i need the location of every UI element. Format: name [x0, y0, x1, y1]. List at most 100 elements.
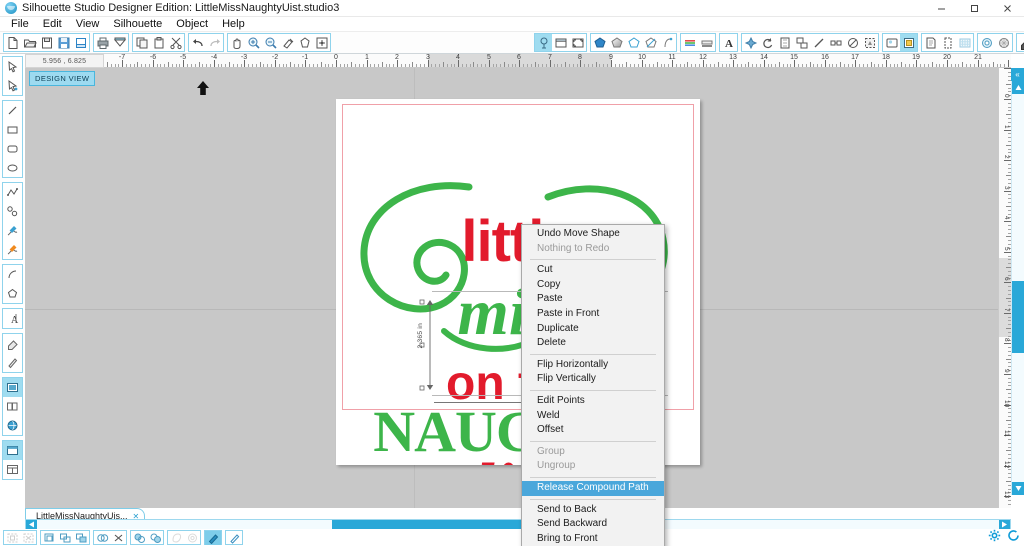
- scroll-up-icon[interactable]: [1012, 81, 1024, 94]
- maximize-icon[interactable]: [958, 0, 991, 17]
- minimize-icon[interactable]: [925, 0, 958, 17]
- select-arrow-icon[interactable]: [3, 57, 22, 76]
- redo-icon[interactable]: [206, 34, 223, 51]
- text-tool-icon[interactable]: A: [3, 309, 22, 328]
- line-color-icon[interactable]: [642, 34, 659, 51]
- sync-status-icon[interactable]: [1007, 529, 1020, 545]
- edit-points-icon[interactable]: [3, 76, 22, 95]
- fill-pen-icon[interactable]: [205, 530, 221, 545]
- draw-arc-icon[interactable]: [3, 265, 22, 284]
- draw-regular-polygon-icon[interactable]: [3, 284, 22, 303]
- cut-panel-icon[interactable]: [3, 460, 22, 479]
- draw-rectangle-icon[interactable]: [3, 120, 22, 139]
- text-style-icon[interactable]: A: [720, 34, 737, 51]
- trace-icon[interactable]: [861, 34, 878, 51]
- material-icon[interactable]: [939, 34, 956, 51]
- draw-rounded-rectangle-icon[interactable]: [3, 139, 22, 158]
- grid-icon[interactable]: [956, 34, 973, 51]
- mat-icon[interactable]: [995, 34, 1012, 51]
- design-panel-icon[interactable]: [3, 441, 22, 460]
- zoom-region-icon[interactable]: [296, 34, 313, 51]
- draw-freehand-icon[interactable]: [3, 221, 22, 240]
- context-menu-item[interactable]: Release Compound Path: [522, 480, 664, 496]
- trace-shape-icon[interactable]: [184, 531, 200, 545]
- draw-line-icon[interactable]: [3, 101, 22, 120]
- cut-settings-icon[interactable]: [922, 34, 939, 51]
- align-icon[interactable]: [793, 34, 810, 51]
- scroll-right-icon[interactable]: [999, 520, 1010, 529]
- menu-file[interactable]: File: [4, 17, 36, 32]
- context-menu-item[interactable]: Copy: [522, 278, 664, 293]
- cut-send-icon[interactable]: [111, 34, 128, 51]
- knife-tool-icon[interactable]: [3, 353, 22, 372]
- collapse-panel-icon[interactable]: «: [1011, 68, 1024, 81]
- page-setup-icon[interactable]: [552, 34, 569, 51]
- context-menu-item[interactable]: Undo Move Shape: [522, 227, 664, 242]
- library-panel-icon[interactable]: [3, 397, 22, 416]
- line-pen-icon[interactable]: [226, 531, 242, 545]
- compound-path-icon[interactable]: [73, 531, 89, 545]
- draw-polygon-icon[interactable]: [3, 183, 22, 202]
- context-menu-item[interactable]: Cut: [522, 263, 664, 278]
- ungroup-icon[interactable]: [57, 531, 73, 545]
- context-menu[interactable]: Undo Move Shape Nothing to Redo Cut Copy Pas…: [521, 224, 665, 546]
- draw-curve-icon[interactable]: [3, 202, 22, 221]
- scissors-cut-icon[interactable]: [167, 34, 184, 51]
- scale-icon[interactable]: [776, 34, 793, 51]
- vertical-scrollbar[interactable]: [1011, 81, 1024, 495]
- zoom-out-icon[interactable]: [262, 34, 279, 51]
- send-back-icon[interactable]: [147, 531, 163, 545]
- fill-color-icon[interactable]: [591, 34, 608, 51]
- modify-icon[interactable]: [827, 34, 844, 51]
- horizontal-ruler[interactable]: -7 -6 -5 -4 -3 -2 -1 0 1 2 3 4 5 6 7 8 9 10 11 12 13 14 15 16 17…: [25, 54, 1011, 68]
- design-view-badge[interactable]: DESIGN VIEW: [29, 71, 96, 86]
- menu-edit[interactable]: Edit: [36, 17, 69, 32]
- context-menu-item[interactable]: Flip Horizontally: [522, 358, 664, 373]
- sketch-pens-icon[interactable]: [681, 34, 698, 51]
- rotate-icon[interactable]: [759, 34, 776, 51]
- print-bleed-icon[interactable]: [698, 34, 715, 51]
- context-menu-item[interactable]: Flip Vertically: [522, 372, 664, 387]
- open-folder-icon[interactable]: [21, 34, 38, 51]
- settings-gear-icon[interactable]: [988, 529, 1001, 545]
- fill-pattern-icon[interactable]: [625, 34, 642, 51]
- menu-help[interactable]: Help: [215, 17, 252, 32]
- zoom-in-icon[interactable]: [245, 34, 262, 51]
- offset-icon[interactable]: [844, 34, 861, 51]
- menu-view[interactable]: View: [69, 17, 107, 32]
- offset-shape-icon[interactable]: [168, 531, 184, 545]
- context-menu-item[interactable]: Send to Back: [522, 503, 664, 518]
- registration-marks-icon[interactable]: [569, 34, 586, 51]
- transform-icon[interactable]: [742, 34, 759, 51]
- design-page-icon[interactable]: [535, 34, 552, 51]
- vertical-scroll-thumb[interactable]: [1012, 281, 1024, 353]
- context-menu-item[interactable]: Duplicate: [522, 322, 664, 337]
- fill-gradient-icon[interactable]: [608, 34, 625, 51]
- line-style-icon[interactable]: [659, 34, 676, 51]
- context-menu-item[interactable]: Send Backward: [522, 517, 664, 532]
- my-library-icon[interactable]: [883, 34, 900, 51]
- draw-ellipse-icon[interactable]: [3, 158, 22, 177]
- detach-icon[interactable]: [110, 531, 126, 545]
- replicate-icon[interactable]: [810, 34, 827, 51]
- select-all-icon[interactable]: [4, 531, 20, 545]
- new-document-icon[interactable]: [4, 34, 21, 51]
- design-canvas[interactable]: DESIGN VIEW little miss on the NAUGHTY 2…: [25, 68, 1011, 508]
- horizontal-scroll-track[interactable]: [37, 520, 999, 529]
- draw-smooth-freehand-icon[interactable]: [3, 240, 22, 259]
- scroll-down-icon[interactable]: [1012, 482, 1024, 495]
- context-menu-item[interactable]: Edit Points: [522, 394, 664, 409]
- fit-to-window-icon[interactable]: [313, 34, 330, 51]
- store-panel-icon[interactable]: [3, 416, 22, 435]
- context-menu-item[interactable]: Paste: [522, 292, 664, 307]
- paste-icon[interactable]: [150, 34, 167, 51]
- store-icon[interactable]: [900, 34, 917, 51]
- menu-silhouette[interactable]: Silhouette: [106, 17, 169, 32]
- pan-hand-icon[interactable]: [228, 34, 245, 51]
- knife-icon[interactable]: [978, 34, 995, 51]
- context-menu-item[interactable]: Paste in Front: [522, 307, 664, 322]
- bring-front-icon[interactable]: [131, 531, 147, 545]
- zoom-selection-icon[interactable]: [279, 34, 296, 51]
- context-menu-item[interactable]: Bring to Front: [522, 532, 664, 546]
- eraser-icon[interactable]: [1017, 34, 1024, 51]
